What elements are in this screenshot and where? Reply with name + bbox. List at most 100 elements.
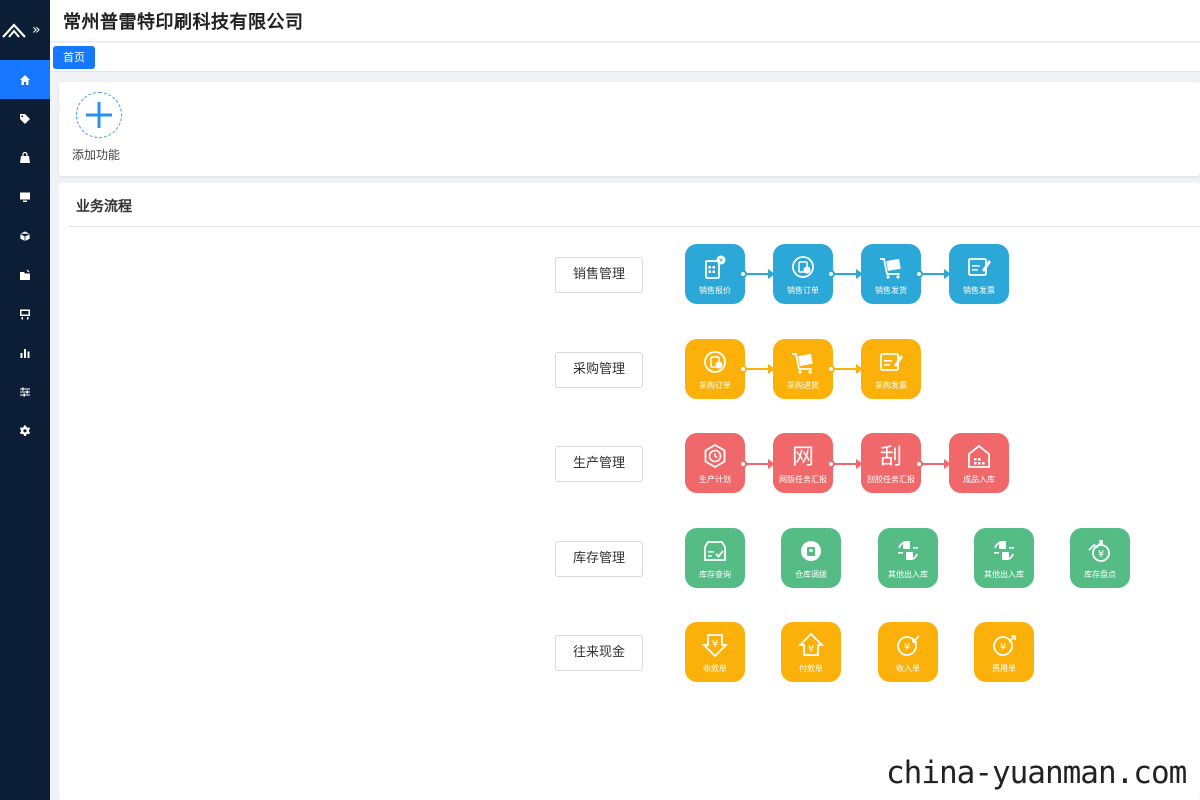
sidebar-item-cart[interactable] [0, 294, 50, 333]
add-function-label: 添加功能 [72, 148, 121, 162]
arrow-connector [739, 459, 775, 469]
tile-purchase-order[interactable]: 采购订单 [685, 339, 745, 399]
category-inventory-button[interactable]: 库存管理 [555, 541, 643, 577]
sidebar-item-bag[interactable] [0, 138, 50, 177]
exchange-icon [898, 541, 918, 560]
svg-text:¥: ¥ [712, 639, 718, 650]
gear-icon [19, 425, 31, 436]
watermark-text: china-yuanman.com [886, 755, 1187, 791]
expand-sidebar-icon[interactable]: » [32, 22, 41, 38]
tile-other-in-out-1[interactable]: 其他出入库 [878, 528, 938, 588]
tile-label: 采购发票 [875, 381, 907, 390]
tile-label: 付款单 [799, 664, 823, 673]
tile-glyph: 刮 [879, 445, 902, 470]
tile-label: 其他出入库 [888, 570, 928, 579]
tag-icon [20, 113, 30, 124]
income-icon: ¥ [897, 635, 920, 656]
invoice-edit-icon [968, 258, 991, 276]
svg-text:¥: ¥ [904, 642, 910, 653]
tile-label: 采购订单 [699, 381, 731, 390]
cart-icon [792, 353, 813, 374]
tile-screen-task-report[interactable]: 网 网版任务汇报 [773, 433, 833, 493]
arrow-connector [739, 269, 775, 279]
category-production-button[interactable]: 生产管理 [555, 446, 643, 482]
tile-expense-voucher[interactable]: ¥ 费用单 [974, 622, 1034, 682]
sidebar-item-sliders[interactable] [0, 372, 50, 411]
tab-home[interactable]: 首页 [53, 46, 95, 69]
clock-hexagon-icon [704, 443, 726, 469]
tile-sales-invoice[interactable]: 销售发票 [949, 244, 1009, 304]
category-cash-button[interactable]: 往来现金 [555, 635, 643, 671]
tile-label: 费用单 [992, 664, 1016, 673]
coin-cycle-icon [792, 256, 814, 278]
arrow-connector [739, 364, 775, 374]
tile-finished-goods-inbound[interactable]: 成品入库 [949, 433, 1009, 493]
tile-inventory-count[interactable]: ¥ 库存盘点 [1070, 528, 1130, 588]
folder-icon [20, 269, 30, 280]
sidebar-item-chart[interactable] [0, 333, 50, 372]
svg-text:¥: ¥ [719, 258, 723, 265]
invoice-edit-icon [880, 353, 903, 371]
box-icon [19, 230, 31, 242]
sidebar-item-folder[interactable] [0, 255, 50, 294]
tile-label: 销售发票 [963, 286, 995, 295]
transfer-icon [801, 541, 821, 561]
sidebar-item-box[interactable] [0, 216, 50, 255]
svg-text:¥: ¥ [1098, 549, 1104, 560]
tile-label: 收入单 [896, 664, 920, 673]
tile-label: 网版任务汇报 [779, 475, 827, 484]
tile-payment-voucher[interactable]: ¥ 付款单 [781, 622, 841, 682]
tile-income-voucher[interactable]: ¥ 收入单 [878, 622, 938, 682]
tile-sales-delivery[interactable]: 销售发货 [861, 244, 921, 304]
tile-receipt-voucher[interactable]: ¥ 收款单 [685, 622, 745, 682]
tile-glyph: 网 [791, 445, 814, 470]
tile-sales-order[interactable]: 销售订单 [773, 244, 833, 304]
add-function-button[interactable] [76, 92, 122, 138]
money-up-icon: ¥ [798, 632, 824, 656]
arrow-connector [827, 459, 863, 469]
flow-title: 业务流程 [76, 199, 132, 215]
svg-text:¥: ¥ [1000, 642, 1006, 653]
sidebar-item-home[interactable] [0, 60, 50, 99]
category-sales-button[interactable]: 销售管理 [555, 257, 643, 293]
tile-other-in-out-2[interactable]: 其他出入库 [974, 528, 1034, 588]
warehouse-icon [968, 444, 990, 468]
tile-label: 销售订单 [787, 286, 819, 295]
sliders-icon [20, 387, 30, 396]
tile-label: 刮胶任务汇报 [867, 475, 915, 484]
tile-warehouse-transfer[interactable]: 仓库调拨 [781, 528, 841, 588]
arrow-connector [827, 269, 863, 279]
home-icon [20, 74, 30, 85]
tile-label: 库存查询 [699, 570, 731, 579]
sidebar-item-monitor[interactable] [0, 177, 50, 216]
bag-icon [20, 151, 30, 163]
tile-production-plan[interactable]: 生产计划 [685, 433, 745, 493]
tile-label: 成品入库 [963, 475, 995, 484]
tile-purchase-invoice[interactable]: 采购发票 [861, 339, 921, 399]
quick-add-card: 添加功能 [59, 82, 1200, 176]
monitor-icon [20, 192, 30, 202]
inventory-check-icon [704, 541, 726, 561]
tile-label: 销售发货 [875, 286, 907, 295]
arrow-connector [827, 364, 863, 374]
bar-chart-icon [20, 348, 30, 358]
tile-label: 库存盘点 [1084, 570, 1116, 579]
tile-squeegee-task-report[interactable]: 刮 刮胶任务汇报 [861, 433, 921, 493]
category-purchase-button[interactable]: 采购管理 [555, 352, 643, 388]
tile-inventory-query[interactable]: 库存查询 [685, 528, 745, 588]
top-header: 常州普雷特印刷科技有限公司 [50, 0, 1200, 42]
tile-sales-quote[interactable]: ¥ 销售报价 [685, 244, 745, 304]
sidebar-item-tag[interactable] [0, 99, 50, 138]
sidebar-item-settings[interactable] [0, 411, 50, 450]
money-down-icon: ¥ [702, 634, 728, 658]
tile-purchase-receipt[interactable]: 采购进货 [773, 339, 833, 399]
arrow-connector [915, 459, 951, 469]
svg-text:¥: ¥ [808, 644, 814, 655]
exchange-icon [994, 541, 1014, 560]
tile-label: 销售报价 [699, 286, 731, 295]
tile-label: 其他出入库 [984, 570, 1024, 579]
expense-icon: ¥ [993, 635, 1016, 656]
company-name: 常州普雷特印刷科技有限公司 [63, 11, 304, 33]
cart-icon [880, 258, 901, 279]
cart-icon [20, 309, 30, 319]
